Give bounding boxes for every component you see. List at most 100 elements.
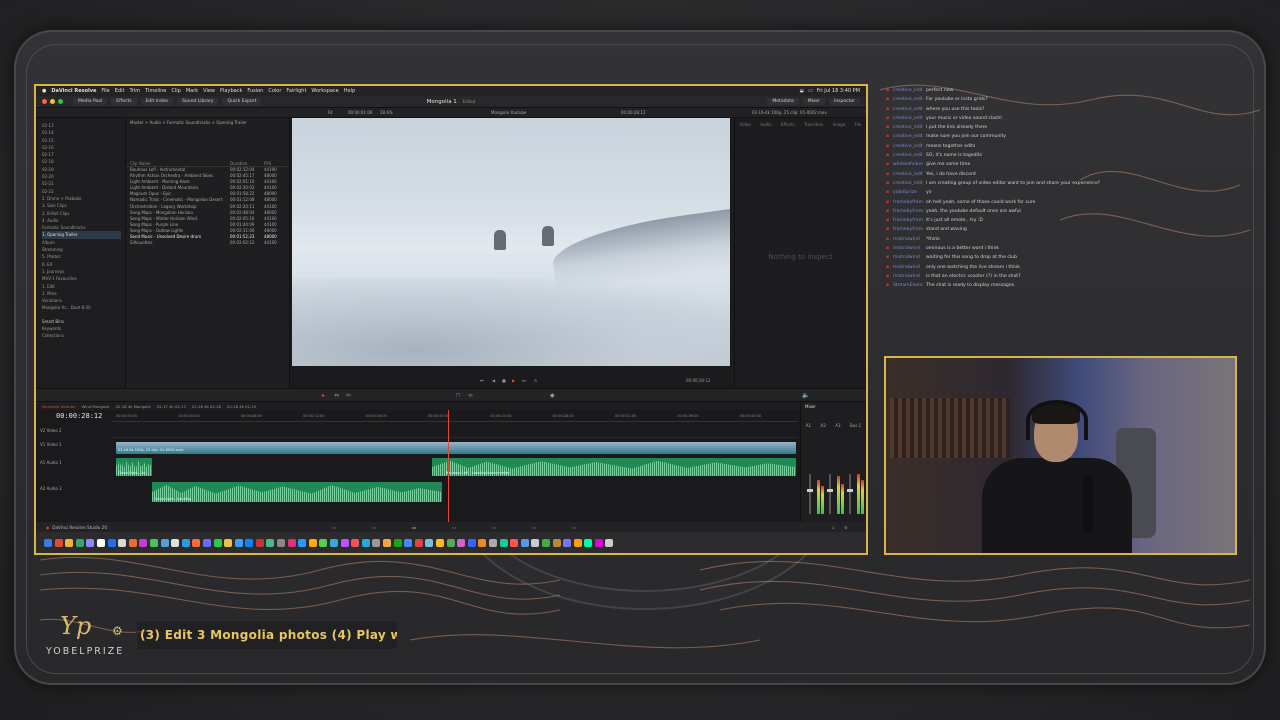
selection-tool-icon[interactable]: ▸ — [322, 392, 325, 399]
mixer-channel-bus1[interactable]: Bus 1 — [850, 423, 861, 428]
page-edit-icon[interactable]: ▭ — [412, 525, 416, 530]
chat-username[interactable]: framebyframe — [893, 216, 923, 225]
bin-item[interactable]: Formatic Soundtracks — [42, 224, 121, 231]
dock-app-icon[interactable] — [107, 538, 116, 547]
audio-clip-a1-left[interactable]: Clean Light - Lo... — [116, 458, 152, 476]
page-fairlight-icon[interactable]: ▭ — [532, 525, 536, 530]
volume-icon[interactable]: 🔈 — [802, 392, 809, 399]
tab-inspector[interactable]: Inspector — [829, 98, 860, 105]
dock-app-icon[interactable] — [414, 538, 423, 547]
bin-item[interactable]: Mongolia Yo... Duet 8:30 — [42, 304, 121, 311]
menubar-clock[interactable]: Fri Jul 18 3:40 PM — [817, 88, 860, 94]
dock-app-icon[interactable] — [139, 538, 148, 547]
bin-item[interactable]: 02-15 — [42, 137, 121, 144]
dock-app-icon[interactable] — [584, 538, 593, 547]
timeline-name[interactable]: Mongolia Youtube — [491, 110, 526, 115]
bin-item[interactable]: 1. Opening Trailer — [42, 231, 121, 239]
bin-item[interactable]: 4. Audio — [42, 217, 121, 224]
dock-app-icon[interactable] — [75, 538, 84, 547]
chat-username[interactable]: creative_edits — [893, 114, 923, 123]
menu-fusion[interactable]: Fusion — [247, 88, 263, 94]
bin-item[interactable]: 5. Photos — [42, 253, 121, 260]
timeline-tab[interactable]: Mongolia Youtube — [42, 404, 76, 409]
bin-item[interactable]: 6. EX — [42, 261, 121, 268]
dock-app-icon[interactable] — [118, 538, 127, 547]
dock-app-icon[interactable] — [457, 538, 466, 547]
dock-app-icon[interactable] — [605, 538, 614, 547]
track-header-a1[interactable]: A1 Audio 1 — [40, 460, 110, 465]
audio-clip-a2[interactable]: Clean Light - Landing — [152, 482, 442, 502]
viewer-frame-snowy-landscape[interactable] — [292, 118, 730, 366]
dock-app-icon[interactable] — [202, 538, 211, 547]
dock-app-icon[interactable] — [446, 538, 455, 547]
bin-item[interactable]: 02-20 — [42, 173, 121, 180]
chat-username[interactable]: creative_edits — [893, 151, 923, 160]
dock-app-icon[interactable] — [340, 538, 349, 547]
viewer-zoom[interactable]: Fit — [328, 110, 333, 115]
page-fusion-icon[interactable]: ▭ — [452, 525, 456, 530]
dock-app-icon[interactable] — [96, 538, 105, 547]
smart-bin-item[interactable]: Keywords — [42, 325, 121, 332]
track-v2[interactable] — [112, 428, 798, 438]
bin-item[interactable]: 02-17 — [42, 151, 121, 158]
smart-bin-item[interactable]: Collections — [42, 332, 121, 339]
dock-app-icon[interactable] — [361, 538, 370, 547]
page-color-icon[interactable]: ▭ — [492, 525, 496, 530]
chat-username[interactable]: mistralwind — [893, 244, 923, 253]
dock-app-icon[interactable] — [552, 538, 561, 547]
inspector-tab-effects[interactable]: Effects — [781, 122, 795, 127]
tab-effects[interactable]: Effects — [111, 98, 137, 105]
dock-app-icon[interactable] — [351, 538, 360, 547]
track-header-a2[interactable]: A2 Audio 2 — [40, 486, 110, 491]
bin-item[interactable]: MVV-1 Favourites — [42, 275, 121, 282]
dock-app-icon[interactable] — [277, 538, 286, 547]
chat-username[interactable]: framebyframe — [893, 225, 923, 234]
chat-username[interactable]: creative_edits — [893, 86, 923, 95]
chat-username[interactable]: framebyframe — [893, 198, 923, 207]
chat-username[interactable]: mistralwind — [893, 253, 923, 262]
dock-app-icon[interactable] — [287, 538, 296, 547]
chat-username[interactable]: creative_edits — [893, 132, 923, 141]
inspector-tab-audio[interactable]: Audio — [760, 122, 771, 127]
menu-file[interactable]: File — [101, 88, 109, 94]
bin-item[interactable]: 02-22 — [42, 188, 121, 195]
dock-app-icon[interactable] — [255, 538, 264, 547]
timeline-tab[interactable]: Wind Mongolia — [82, 404, 110, 409]
mixer-channel-a2[interactable]: A2 — [821, 423, 826, 428]
blade-tool-icon[interactable]: ✂ — [346, 392, 351, 399]
jump-end-button[interactable]: ⏭ — [522, 378, 526, 383]
dock-app-icon[interactable] — [245, 538, 254, 547]
chat-username[interactable]: creative_edits — [893, 105, 923, 114]
fader-handle[interactable] — [807, 489, 813, 492]
dock-app-icon[interactable] — [266, 538, 275, 547]
bin-breadcrumb[interactable]: Master > Audio > Formatic Soundtracks > … — [126, 118, 289, 127]
chat-username[interactable]: StreamElements — [893, 281, 923, 290]
dock-app-icon[interactable] — [171, 538, 180, 547]
loop-icon[interactable]: ↻ — [534, 378, 537, 383]
menu-edit[interactable]: Edit — [115, 88, 125, 94]
chat-username[interactable]: mistralwind — [893, 263, 923, 272]
marker-icon[interactable]: ◆ — [550, 392, 555, 399]
dock-app-icon[interactable] — [308, 538, 317, 547]
menu-workspace[interactable]: Workspace — [311, 88, 338, 94]
chat-username[interactable]: creative_edits — [893, 142, 923, 151]
timeline-tab[interactable]: 02-16 4k 02-19 — [227, 404, 256, 409]
timeline-tab[interactable]: 02-16 4k 02-18 — [192, 404, 221, 409]
clip-row[interactable]: Silhouettes 00:02:02:12 44100 — [126, 240, 289, 246]
menu-timeline[interactable]: Timeline — [145, 88, 166, 94]
page-cut-icon[interactable]: ▭ — [372, 525, 376, 530]
dock-app-icon[interactable] — [213, 538, 222, 547]
bin-item[interactable]: 2. Drone > Posbake — [42, 195, 121, 202]
dock-app-icon[interactable] — [404, 538, 413, 547]
video-clip[interactable]: 02-16-4k 100p, 25 clip: V1-0002.mov — [116, 442, 796, 454]
timeline-ruler[interactable]: 00:00:00:00 00:00:04:00 00:00:08:00 00:00:1… — [112, 410, 798, 422]
dock-app-icon[interactable] — [330, 538, 339, 547]
chat-username[interactable]: wildwolfvibes — [893, 160, 923, 169]
dock-app-icon[interactable] — [149, 538, 158, 547]
menu-help[interactable]: Help — [344, 88, 355, 94]
bin-item[interactable]: 02-18 — [42, 158, 121, 165]
chat-username[interactable]: mistralwind — [893, 235, 923, 244]
dock-app-icon[interactable] — [192, 538, 201, 547]
bin-item[interactable]: 02-19 — [42, 166, 121, 173]
dock-app-icon[interactable] — [160, 538, 169, 547]
